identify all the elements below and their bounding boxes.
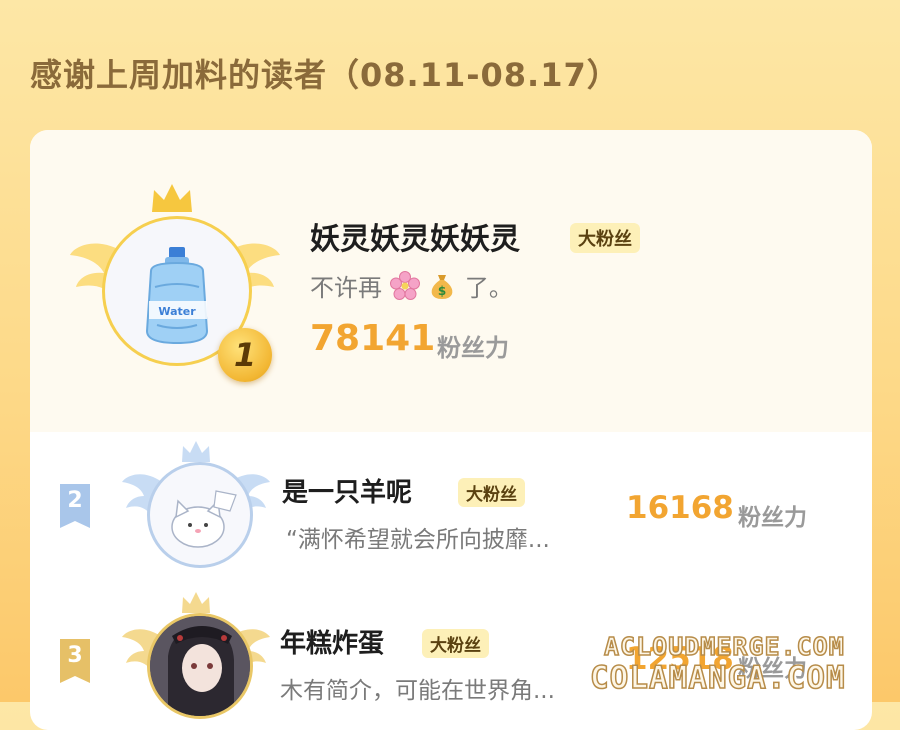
cherry-blossom-icon bbox=[389, 271, 420, 300]
rank-2-tag: 2 bbox=[60, 484, 90, 528]
svg-text:$: $ bbox=[438, 284, 446, 298]
fan-score: 78141 bbox=[310, 318, 436, 359]
rank-1-medal: 1 bbox=[218, 328, 272, 382]
desc-prefix: 不许再 bbox=[310, 274, 382, 302]
crown-icon bbox=[182, 592, 210, 613]
avatar[interactable] bbox=[147, 462, 253, 568]
user-name[interactable]: 妖灵妖灵妖妖灵 bbox=[310, 214, 520, 258]
rank-1-row[interactable]: Water 1 妖灵妖灵妖妖灵 大粉丝 不许再 $ 了。 78141 粉丝力 bbox=[30, 130, 872, 432]
avatar[interactable] bbox=[147, 613, 253, 719]
fan-score-unit: 粉丝力 bbox=[738, 505, 807, 531]
fan-score-unit: 粉丝力 bbox=[437, 334, 509, 362]
fan-score: 16168 bbox=[626, 490, 734, 526]
cat-avatar-icon bbox=[171, 490, 237, 548]
watermark-line-1: ACLOUDMERGE.COM bbox=[603, 631, 845, 662]
fan-badge: 大粉丝 bbox=[458, 478, 525, 507]
rank-3-tag: 3 bbox=[60, 639, 90, 683]
user-description: “满怀希望就会所向披靡... bbox=[286, 527, 550, 553]
anime-girl-avatar-icon bbox=[150, 616, 250, 716]
watermark-line-2: COLAMANGA.COM bbox=[589, 659, 846, 697]
desc-suffix: 了。 bbox=[464, 274, 513, 302]
user-name[interactable]: 是一只羊呢 bbox=[282, 472, 412, 509]
fan-badge: 大粉丝 bbox=[570, 223, 640, 253]
user-name[interactable]: 年糕炸蛋 bbox=[280, 623, 384, 660]
svg-text:Water: Water bbox=[158, 305, 196, 318]
user-description: 木有简介，可能在世界角... bbox=[280, 678, 555, 704]
money-bag-icon: $ bbox=[431, 275, 453, 299]
page-title: 感谢上周加料的读者（08.11-08.17） bbox=[30, 56, 620, 94]
rank-2-row[interactable]: 2 是一只羊呢 大粉丝 “满怀希望就会所向披靡... 16168 粉丝力 bbox=[30, 432, 872, 587]
fan-badge: 大粉丝 bbox=[422, 629, 489, 658]
crown-icon bbox=[152, 184, 192, 212]
crown-icon bbox=[182, 441, 210, 462]
user-description: 不许再 $ 了。 bbox=[310, 268, 513, 303]
rank-1-avatar-frame: Water 1 bbox=[70, 180, 280, 382]
